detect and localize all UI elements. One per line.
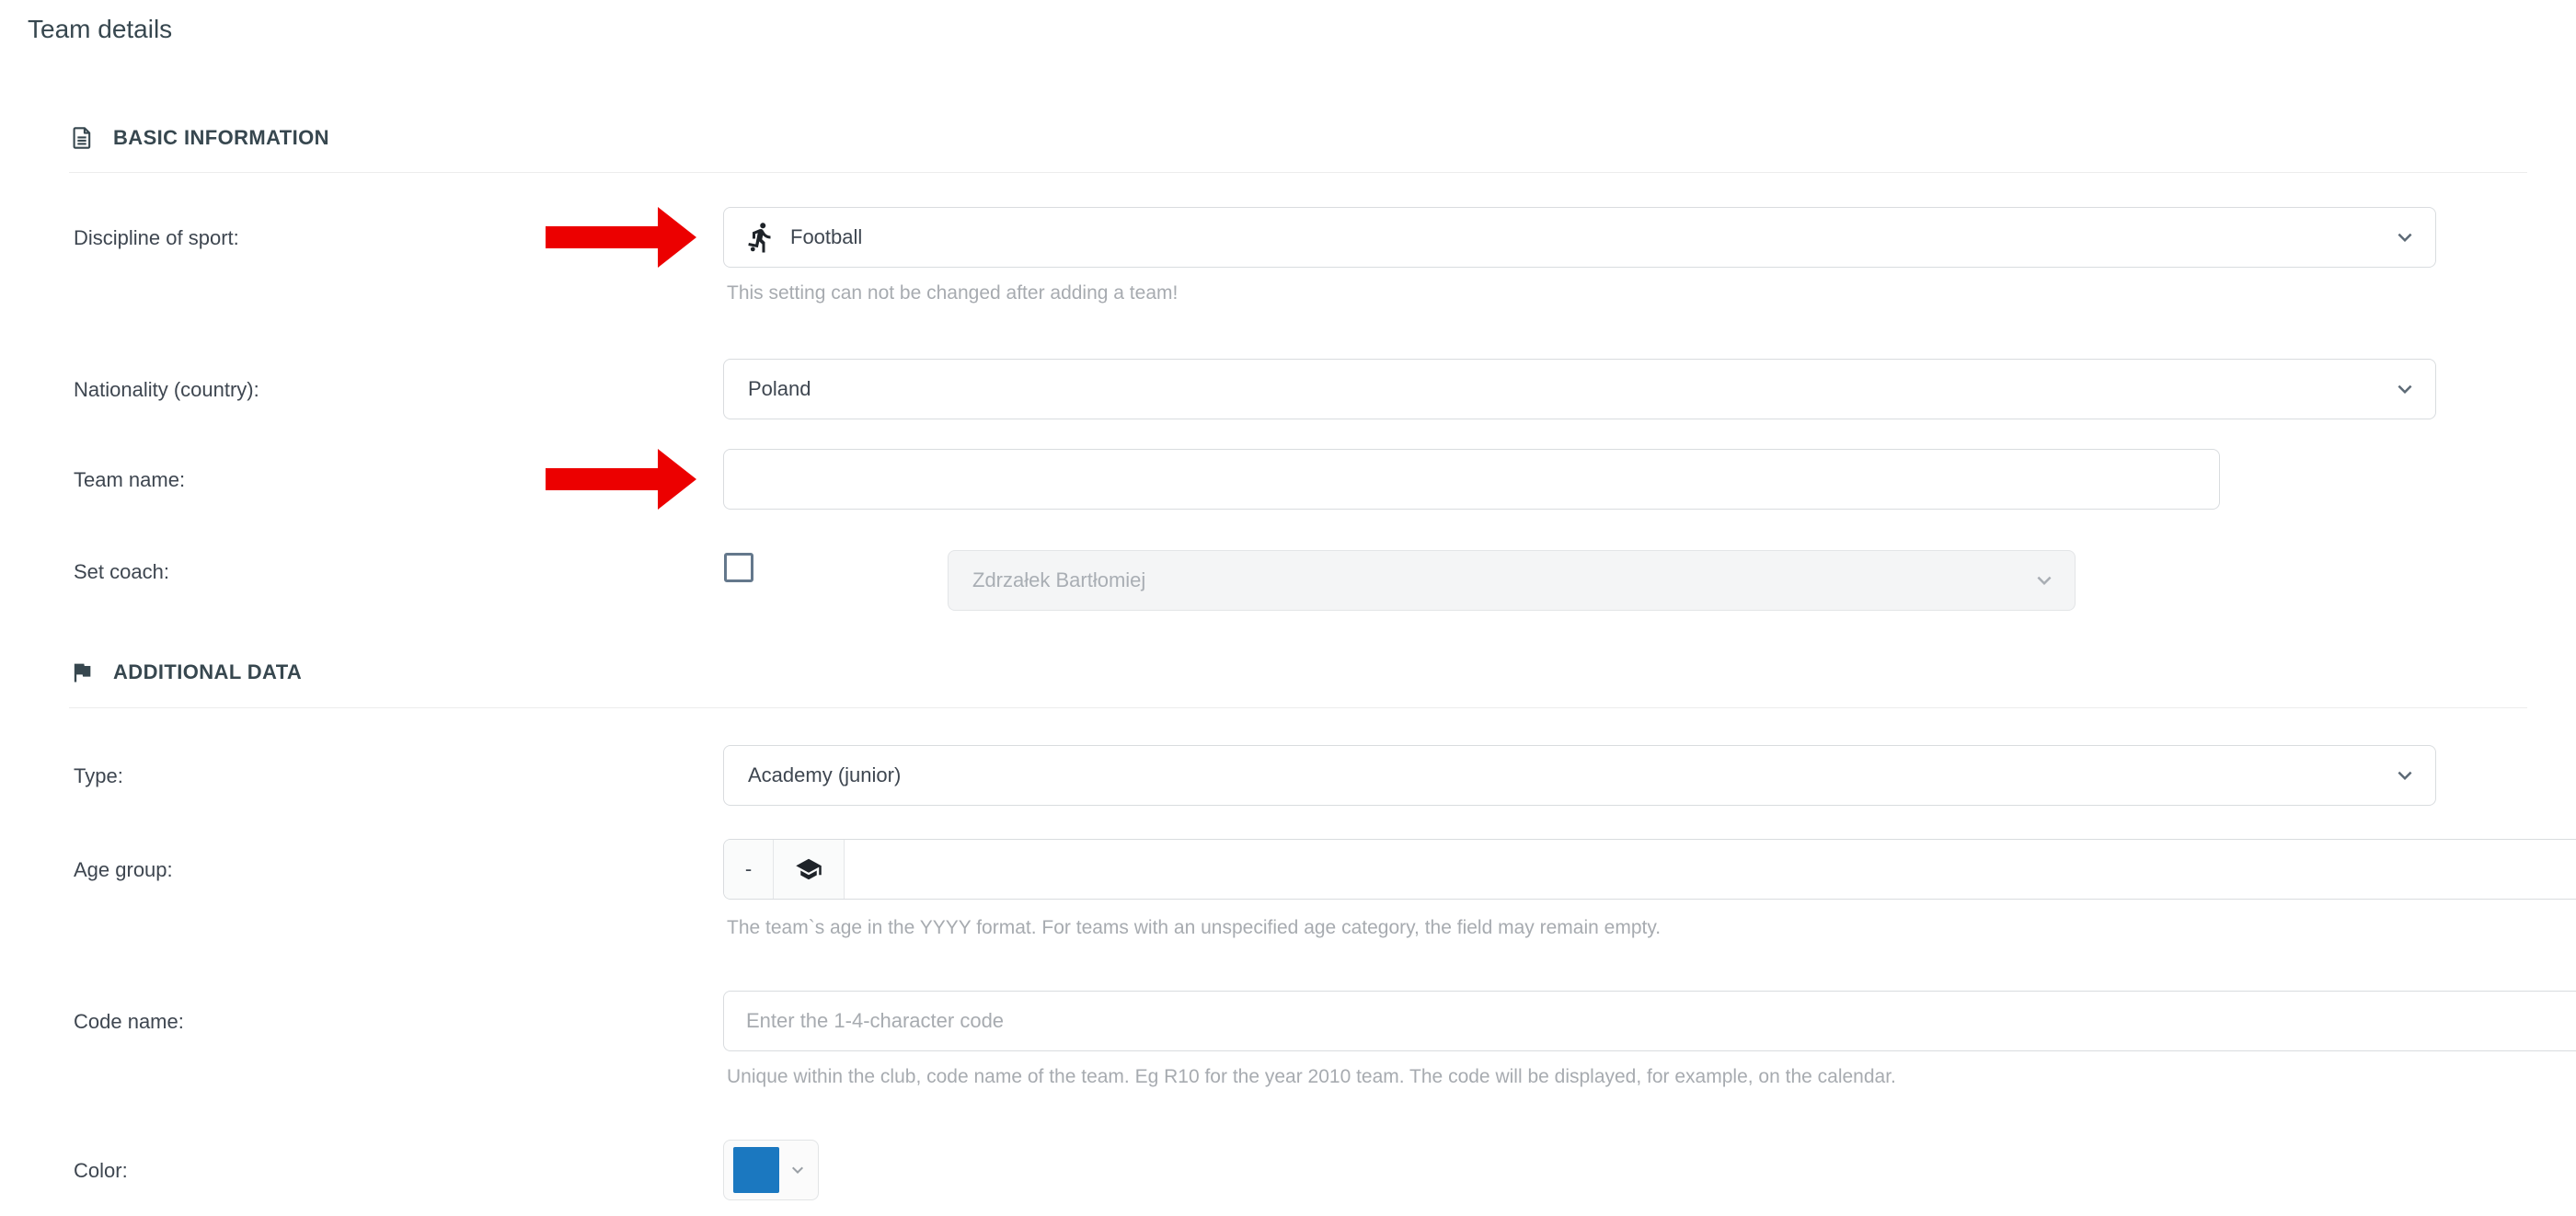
type-label: Type: xyxy=(74,764,123,788)
team-name-input[interactable] xyxy=(723,449,2220,510)
graduation-cap-addon xyxy=(774,840,845,899)
annotation-arrow-team-name xyxy=(546,449,696,510)
section-title-additional-data: ADDITIONAL DATA xyxy=(113,660,302,684)
team-name-label: Team name: xyxy=(74,468,185,492)
chevron-down-icon xyxy=(2391,224,2419,251)
section-divider xyxy=(69,707,2527,708)
nationality-value: Poland xyxy=(748,377,2391,401)
type-select[interactable]: Academy (junior) xyxy=(723,745,2436,806)
discipline-value: Football xyxy=(790,225,2391,249)
flag-icon xyxy=(69,660,95,685)
age-group-input-group: - xyxy=(723,839,2576,900)
age-group-helper-text: The team`s age in the YYYY format. For t… xyxy=(727,916,1661,939)
set-coach-label: Set coach: xyxy=(74,560,169,584)
age-group-input[interactable] xyxy=(845,840,2576,899)
code-name-input[interactable] xyxy=(723,991,2576,1051)
color-label: Color: xyxy=(74,1159,128,1183)
discipline-select[interactable]: Football xyxy=(723,207,2436,268)
discipline-helper-text: This setting can not be changed after ad… xyxy=(727,281,1178,304)
color-picker-button[interactable] xyxy=(723,1140,819,1200)
section-title-basic-information: BASIC INFORMATION xyxy=(113,126,329,150)
section-divider xyxy=(69,172,2527,173)
type-value: Academy (junior) xyxy=(748,763,2391,787)
section-header-basic-information: BASIC INFORMATION xyxy=(69,125,329,151)
chevron-down-icon xyxy=(2391,762,2419,789)
age-group-dash-addon: - xyxy=(724,840,774,899)
code-name-label: Code name: xyxy=(74,1010,184,1034)
nationality-select[interactable]: Poland xyxy=(723,359,2436,419)
coach-value: Zdrzałek Bartłomiej xyxy=(972,568,2030,592)
nationality-label: Nationality (country): xyxy=(74,378,259,402)
football-player-icon xyxy=(748,221,790,254)
chevron-down-icon xyxy=(787,1159,809,1181)
page-title: Team details xyxy=(28,15,172,44)
chevron-down-icon xyxy=(2030,567,2058,594)
graduation-cap-icon xyxy=(795,855,822,883)
section-header-additional-data: ADDITIONAL DATA xyxy=(69,660,302,685)
code-name-helper-text: Unique within the club, code name of the… xyxy=(727,1065,1896,1088)
document-icon xyxy=(69,125,95,151)
color-swatch xyxy=(733,1147,779,1193)
chevron-down-icon xyxy=(2391,375,2419,403)
set-coach-checkbox[interactable] xyxy=(724,553,753,582)
discipline-label: Discipline of sport: xyxy=(74,226,239,250)
team-details-page: Team details BASIC INFORMATION Disciplin… xyxy=(0,0,2576,1216)
annotation-arrow-discipline xyxy=(546,207,696,268)
age-group-label: Age group: xyxy=(74,858,173,882)
coach-select[interactable]: Zdrzałek Bartłomiej xyxy=(948,550,2076,611)
